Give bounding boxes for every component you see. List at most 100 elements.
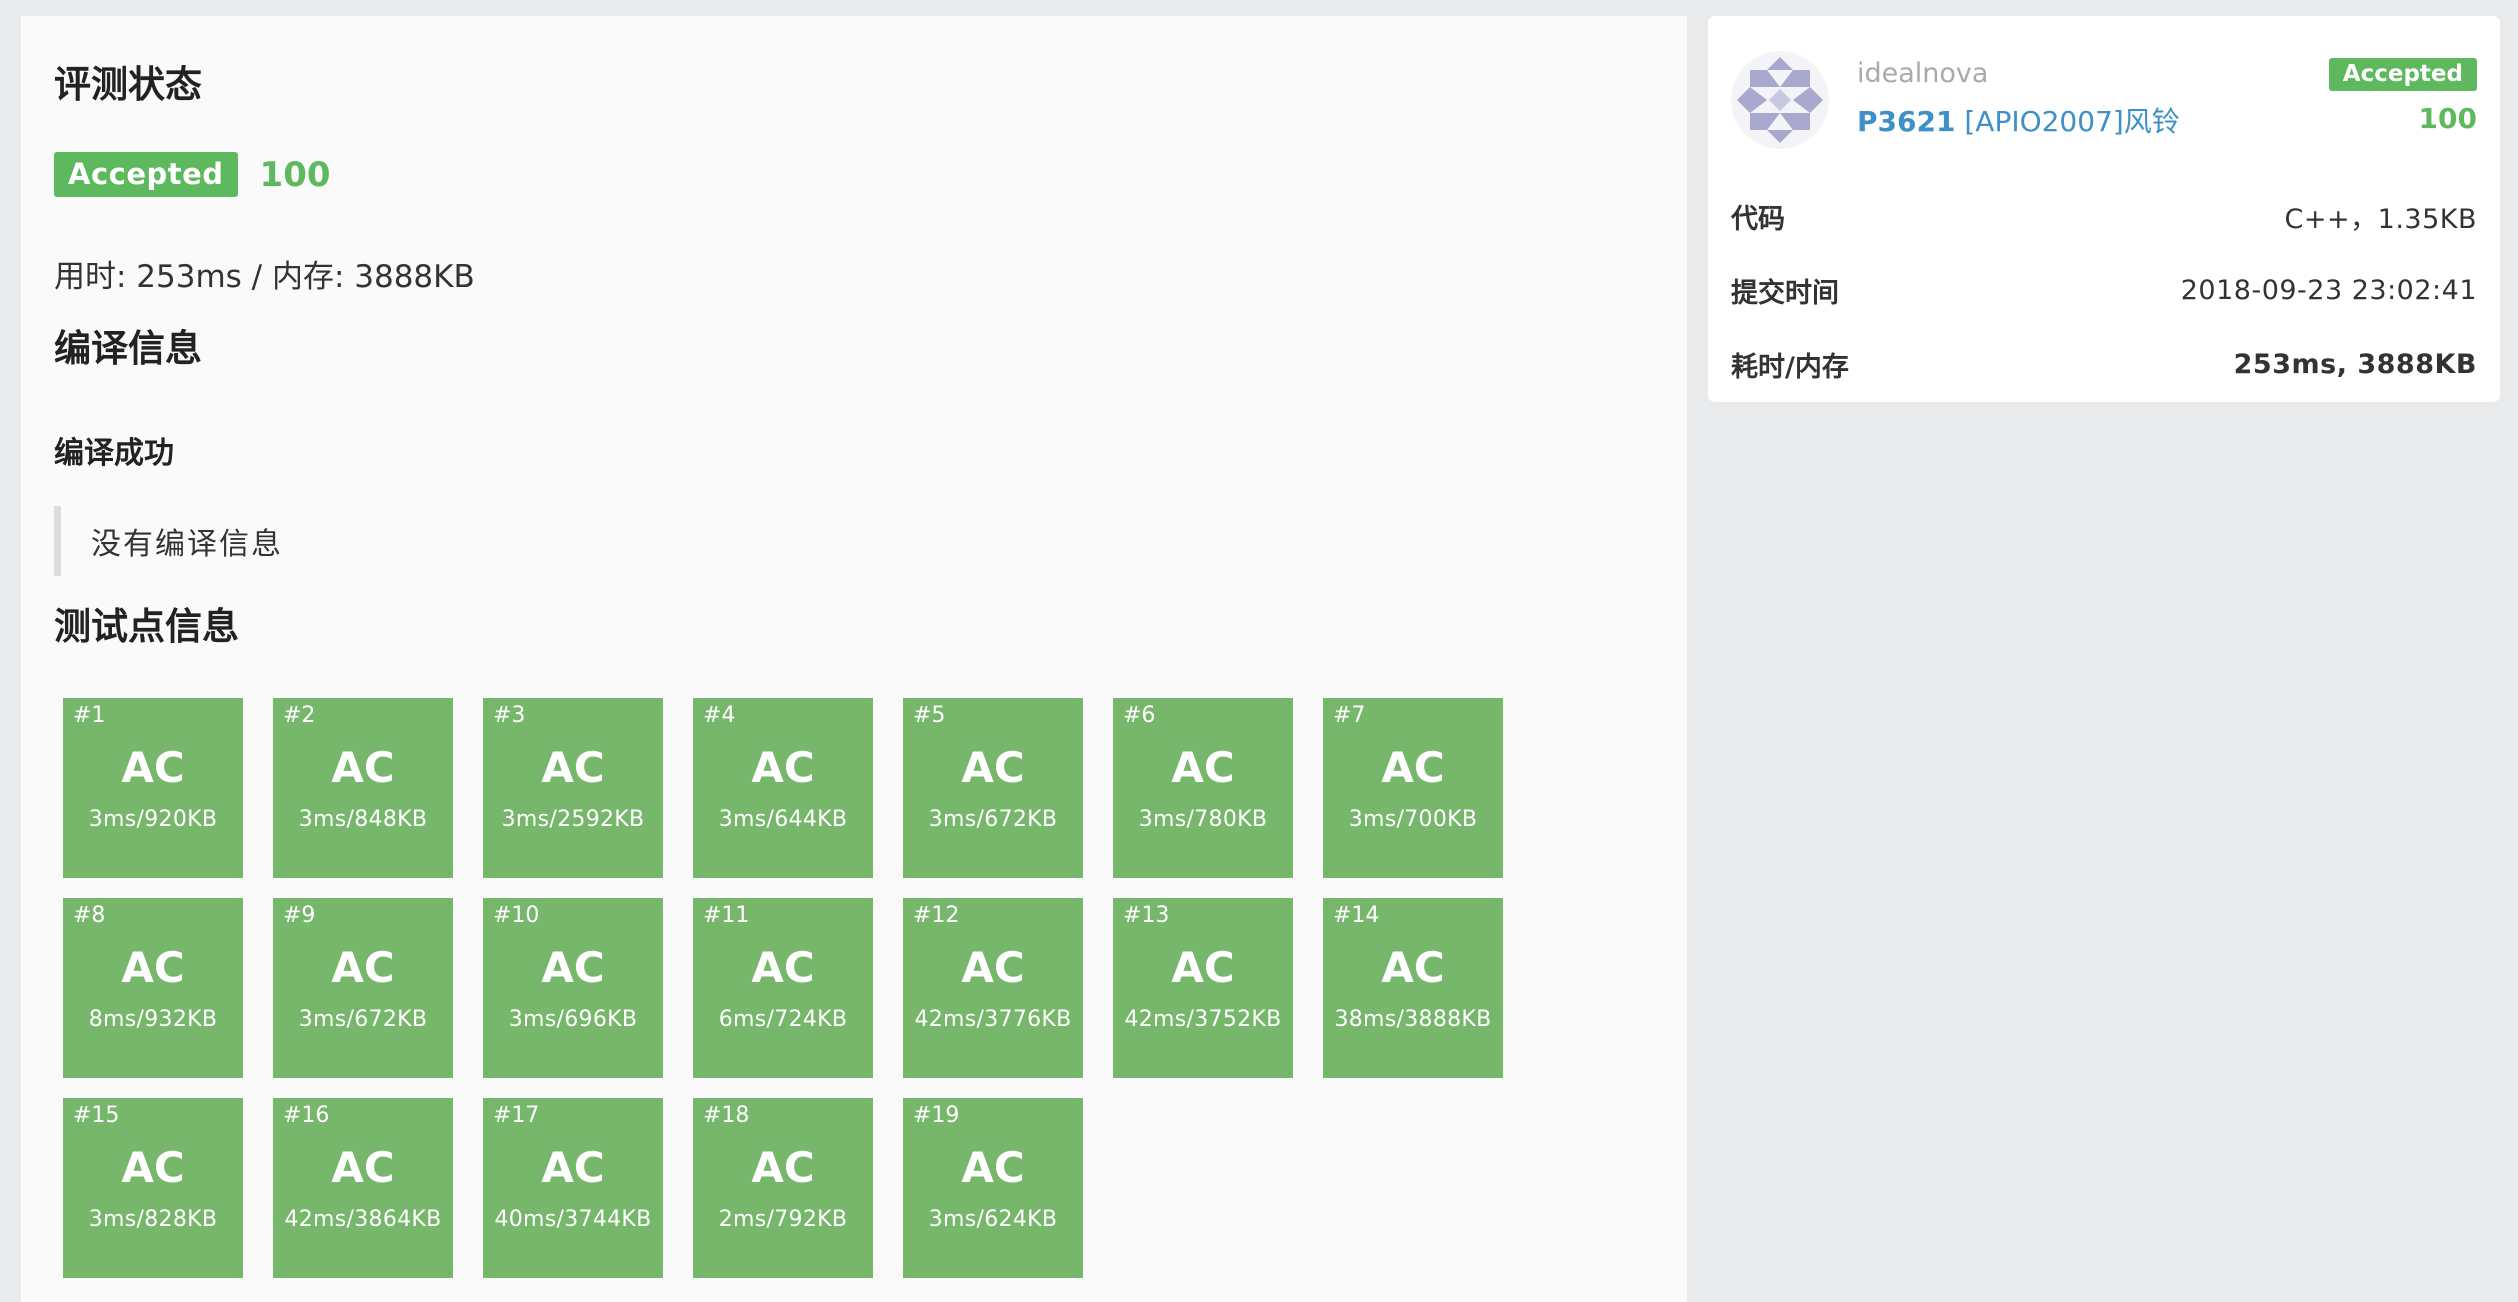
testcase-tile[interactable]: #18 AC 2ms/792KB xyxy=(693,1098,873,1278)
testcase-status: AC xyxy=(121,1143,185,1192)
testcase-time-memory: 8ms/932KB xyxy=(88,1007,218,1032)
testcase-tile[interactable]: #8 AC 8ms/932KB xyxy=(63,898,243,1078)
testcase-time-memory: 3ms/828KB xyxy=(88,1207,218,1232)
card-score: 100 xyxy=(2418,102,2477,135)
problem-name: [APIO2007]风铃 xyxy=(1964,105,2180,138)
info-value: C++，1.35KB xyxy=(2284,203,2477,235)
problem-id: P3621 xyxy=(1857,105,1956,138)
testcase-id: #7 xyxy=(1333,703,1366,728)
testcase-status: AC xyxy=(961,1143,1025,1192)
score: 100 xyxy=(259,154,331,195)
testcases-section-title: 测试点信息 xyxy=(54,605,239,648)
testcase-status: AC xyxy=(1381,743,1445,792)
testcase-time-memory: 2ms/792KB xyxy=(718,1207,848,1232)
testcase-tile[interactable]: #1 AC 3ms/920KB xyxy=(63,698,243,878)
testcase-time-memory: 6ms/724KB xyxy=(718,1007,848,1032)
testcase-time-memory: 3ms/780KB xyxy=(1138,807,1268,832)
testcase-tile[interactable]: #7 AC 3ms/700KB xyxy=(1323,698,1503,878)
testcase-id: #5 xyxy=(913,703,946,728)
testcase-time-memory: 3ms/624KB xyxy=(928,1207,1058,1232)
info-row-time-memory: 耗时/内存 253ms, 3888KB xyxy=(1731,344,2477,384)
testcase-id: #3 xyxy=(493,703,526,728)
info-label: 耗时/内存 xyxy=(1731,351,1849,383)
testcase-id: #13 xyxy=(1123,903,1170,928)
testcase-status: AC xyxy=(1381,943,1445,992)
testcase-tile[interactable]: #3 AC 3ms/2592KB xyxy=(483,698,663,878)
testcase-tile[interactable]: #19 AC 3ms/624KB xyxy=(903,1098,1083,1278)
testcase-tile[interactable]: #2 AC 3ms/848KB xyxy=(273,698,453,878)
testcase-id: #2 xyxy=(283,703,316,728)
testcase-tile[interactable]: #13 AC 42ms/3752KB xyxy=(1113,898,1293,1078)
testcase-status: AC xyxy=(751,943,815,992)
testcase-tile[interactable]: #4 AC 3ms/644KB xyxy=(693,698,873,878)
testcase-status: AC xyxy=(751,743,815,792)
testcase-tile[interactable]: #16 AC 42ms/3864KB xyxy=(273,1098,453,1278)
card-status-badge: Accepted xyxy=(2328,58,2477,91)
testcase-status: AC xyxy=(331,943,395,992)
testcase-tile[interactable]: #5 AC 3ms/672KB xyxy=(903,698,1083,878)
testcase-time-memory: 3ms/2592KB xyxy=(501,807,645,832)
testcase-time-memory: 3ms/700KB xyxy=(1348,807,1478,832)
info-value: 2018-09-23 23:02:41 xyxy=(2180,274,2477,306)
info-row-submit-time: 提交时间 2018-09-23 23:02:41 xyxy=(1731,270,2477,310)
info-row-code: 代码 C++，1.35KB xyxy=(1731,196,2477,236)
testcase-status: AC xyxy=(961,943,1025,992)
problem-link[interactable]: P3621 [APIO2007]风铃 xyxy=(1857,100,2180,140)
testcase-time-memory: 40ms/3744KB xyxy=(494,1207,652,1232)
testcase-status: AC xyxy=(1171,743,1235,792)
usage-summary: 用时: 253ms / 内存: 3888KB xyxy=(54,259,475,295)
username-link[interactable]: idealnova xyxy=(1857,58,1988,89)
testcase-tile[interactable]: #9 AC 3ms/672KB xyxy=(273,898,453,1078)
testcase-id: #17 xyxy=(493,1103,540,1128)
testcase-tile[interactable]: #11 AC 6ms/724KB xyxy=(693,898,873,1078)
testcase-status: AC xyxy=(331,1143,395,1192)
testcase-id: #16 xyxy=(283,1103,330,1128)
testcase-time-memory: 38ms/3888KB xyxy=(1334,1007,1492,1032)
testcase-id: #10 xyxy=(493,903,540,928)
compile-message: 没有编译信息 xyxy=(54,506,283,576)
status-badge: Accepted xyxy=(54,152,238,197)
testcase-time-memory: 42ms/3864KB xyxy=(284,1207,442,1232)
testcase-tile[interactable]: #12 AC 42ms/3776KB xyxy=(903,898,1083,1078)
testcase-status: AC xyxy=(751,1143,815,1192)
testcase-id: #14 xyxy=(1333,903,1380,928)
testcase-time-memory: 3ms/848KB xyxy=(298,807,428,832)
testcase-id: #11 xyxy=(703,903,750,928)
testcase-id: #1 xyxy=(73,703,106,728)
info-label: 提交时间 xyxy=(1731,277,1839,309)
testcase-status: AC xyxy=(541,943,605,992)
testcase-time-memory: 3ms/696KB xyxy=(508,1007,638,1032)
testcase-status: AC xyxy=(961,743,1025,792)
testcase-time-memory: 42ms/3776KB xyxy=(914,1007,1072,1032)
testcase-status: AC xyxy=(541,1143,605,1192)
testcase-id: #12 xyxy=(913,903,960,928)
testcase-status: AC xyxy=(541,743,605,792)
main-panel: 评测状态 Accepted 100 用时: 253ms / 内存: 3888KB… xyxy=(21,16,1687,1302)
testcase-tile[interactable]: #17 AC 40ms/3744KB xyxy=(483,1098,663,1278)
testcase-status: AC xyxy=(331,743,395,792)
testcase-id: #18 xyxy=(703,1103,750,1128)
compile-result: 编译成功 xyxy=(54,436,174,471)
testcase-tile[interactable]: #10 AC 3ms/696KB xyxy=(483,898,663,1078)
testcase-tile[interactable]: #15 AC 3ms/828KB xyxy=(63,1098,243,1278)
testcase-id: #8 xyxy=(73,903,106,928)
submission-card: idealnova P3621 [APIO2007]风铃 Accepted 10… xyxy=(1708,16,2500,402)
testcase-tile[interactable]: #14 AC 38ms/3888KB xyxy=(1323,898,1503,1078)
testcase-time-memory: 3ms/672KB xyxy=(928,807,1058,832)
compile-message-text: 没有编译信息 xyxy=(91,527,283,562)
testcase-id: #9 xyxy=(283,903,316,928)
info-value: 253ms, 3888KB xyxy=(2233,348,2477,380)
testcase-id: #19 xyxy=(913,1103,960,1128)
testcase-time-memory: 3ms/644KB xyxy=(718,807,848,832)
compile-section-title: 编译信息 xyxy=(54,327,202,370)
testcase-time-memory: 3ms/920KB xyxy=(88,807,218,832)
status-section-title: 评测状态 xyxy=(54,63,202,106)
testcase-id: #6 xyxy=(1123,703,1156,728)
testcase-time-memory: 3ms/672KB xyxy=(298,1007,428,1032)
info-label: 代码 xyxy=(1731,203,1785,235)
testcase-status: AC xyxy=(121,943,185,992)
testcase-tile[interactable]: #6 AC 3ms/780KB xyxy=(1113,698,1293,878)
status-row: Accepted 100 xyxy=(54,152,331,197)
identicon-avatar-icon[interactable] xyxy=(1731,51,1829,149)
testcase-id: #4 xyxy=(703,703,736,728)
